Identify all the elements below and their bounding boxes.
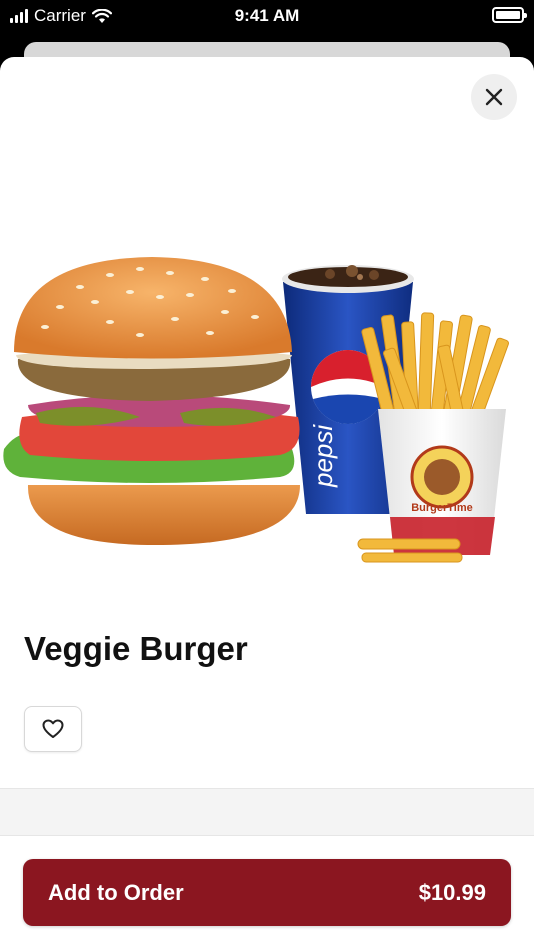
add-to-order-button[interactable]: Add to Order $10.99 (23, 859, 511, 926)
item-image: pepsi BurgerTime (3, 257, 509, 563)
close-icon (485, 88, 503, 106)
status-bar: Carrier 9:41 AM (0, 0, 534, 34)
item-title: Veggie Burger (24, 630, 248, 667)
item-price: $10.99 (418, 879, 486, 905)
svg-text:pepsi: pepsi (308, 424, 338, 488)
section-divider (0, 788, 534, 836)
svg-text:BurgerTime: BurgerTime (411, 502, 473, 514)
close-button[interactable] (471, 74, 517, 120)
battery-icon (492, 7, 527, 23)
item-detail-sheet: pepsi BurgerTime Veggie Burger Add to Or… (0, 57, 534, 950)
favorite-button[interactable] (24, 706, 82, 752)
burger (3, 257, 301, 545)
heart-icon (42, 719, 64, 738)
status-time: 9:41 AM (234, 6, 300, 25)
add-to-order-label: Add to Order (48, 879, 184, 905)
